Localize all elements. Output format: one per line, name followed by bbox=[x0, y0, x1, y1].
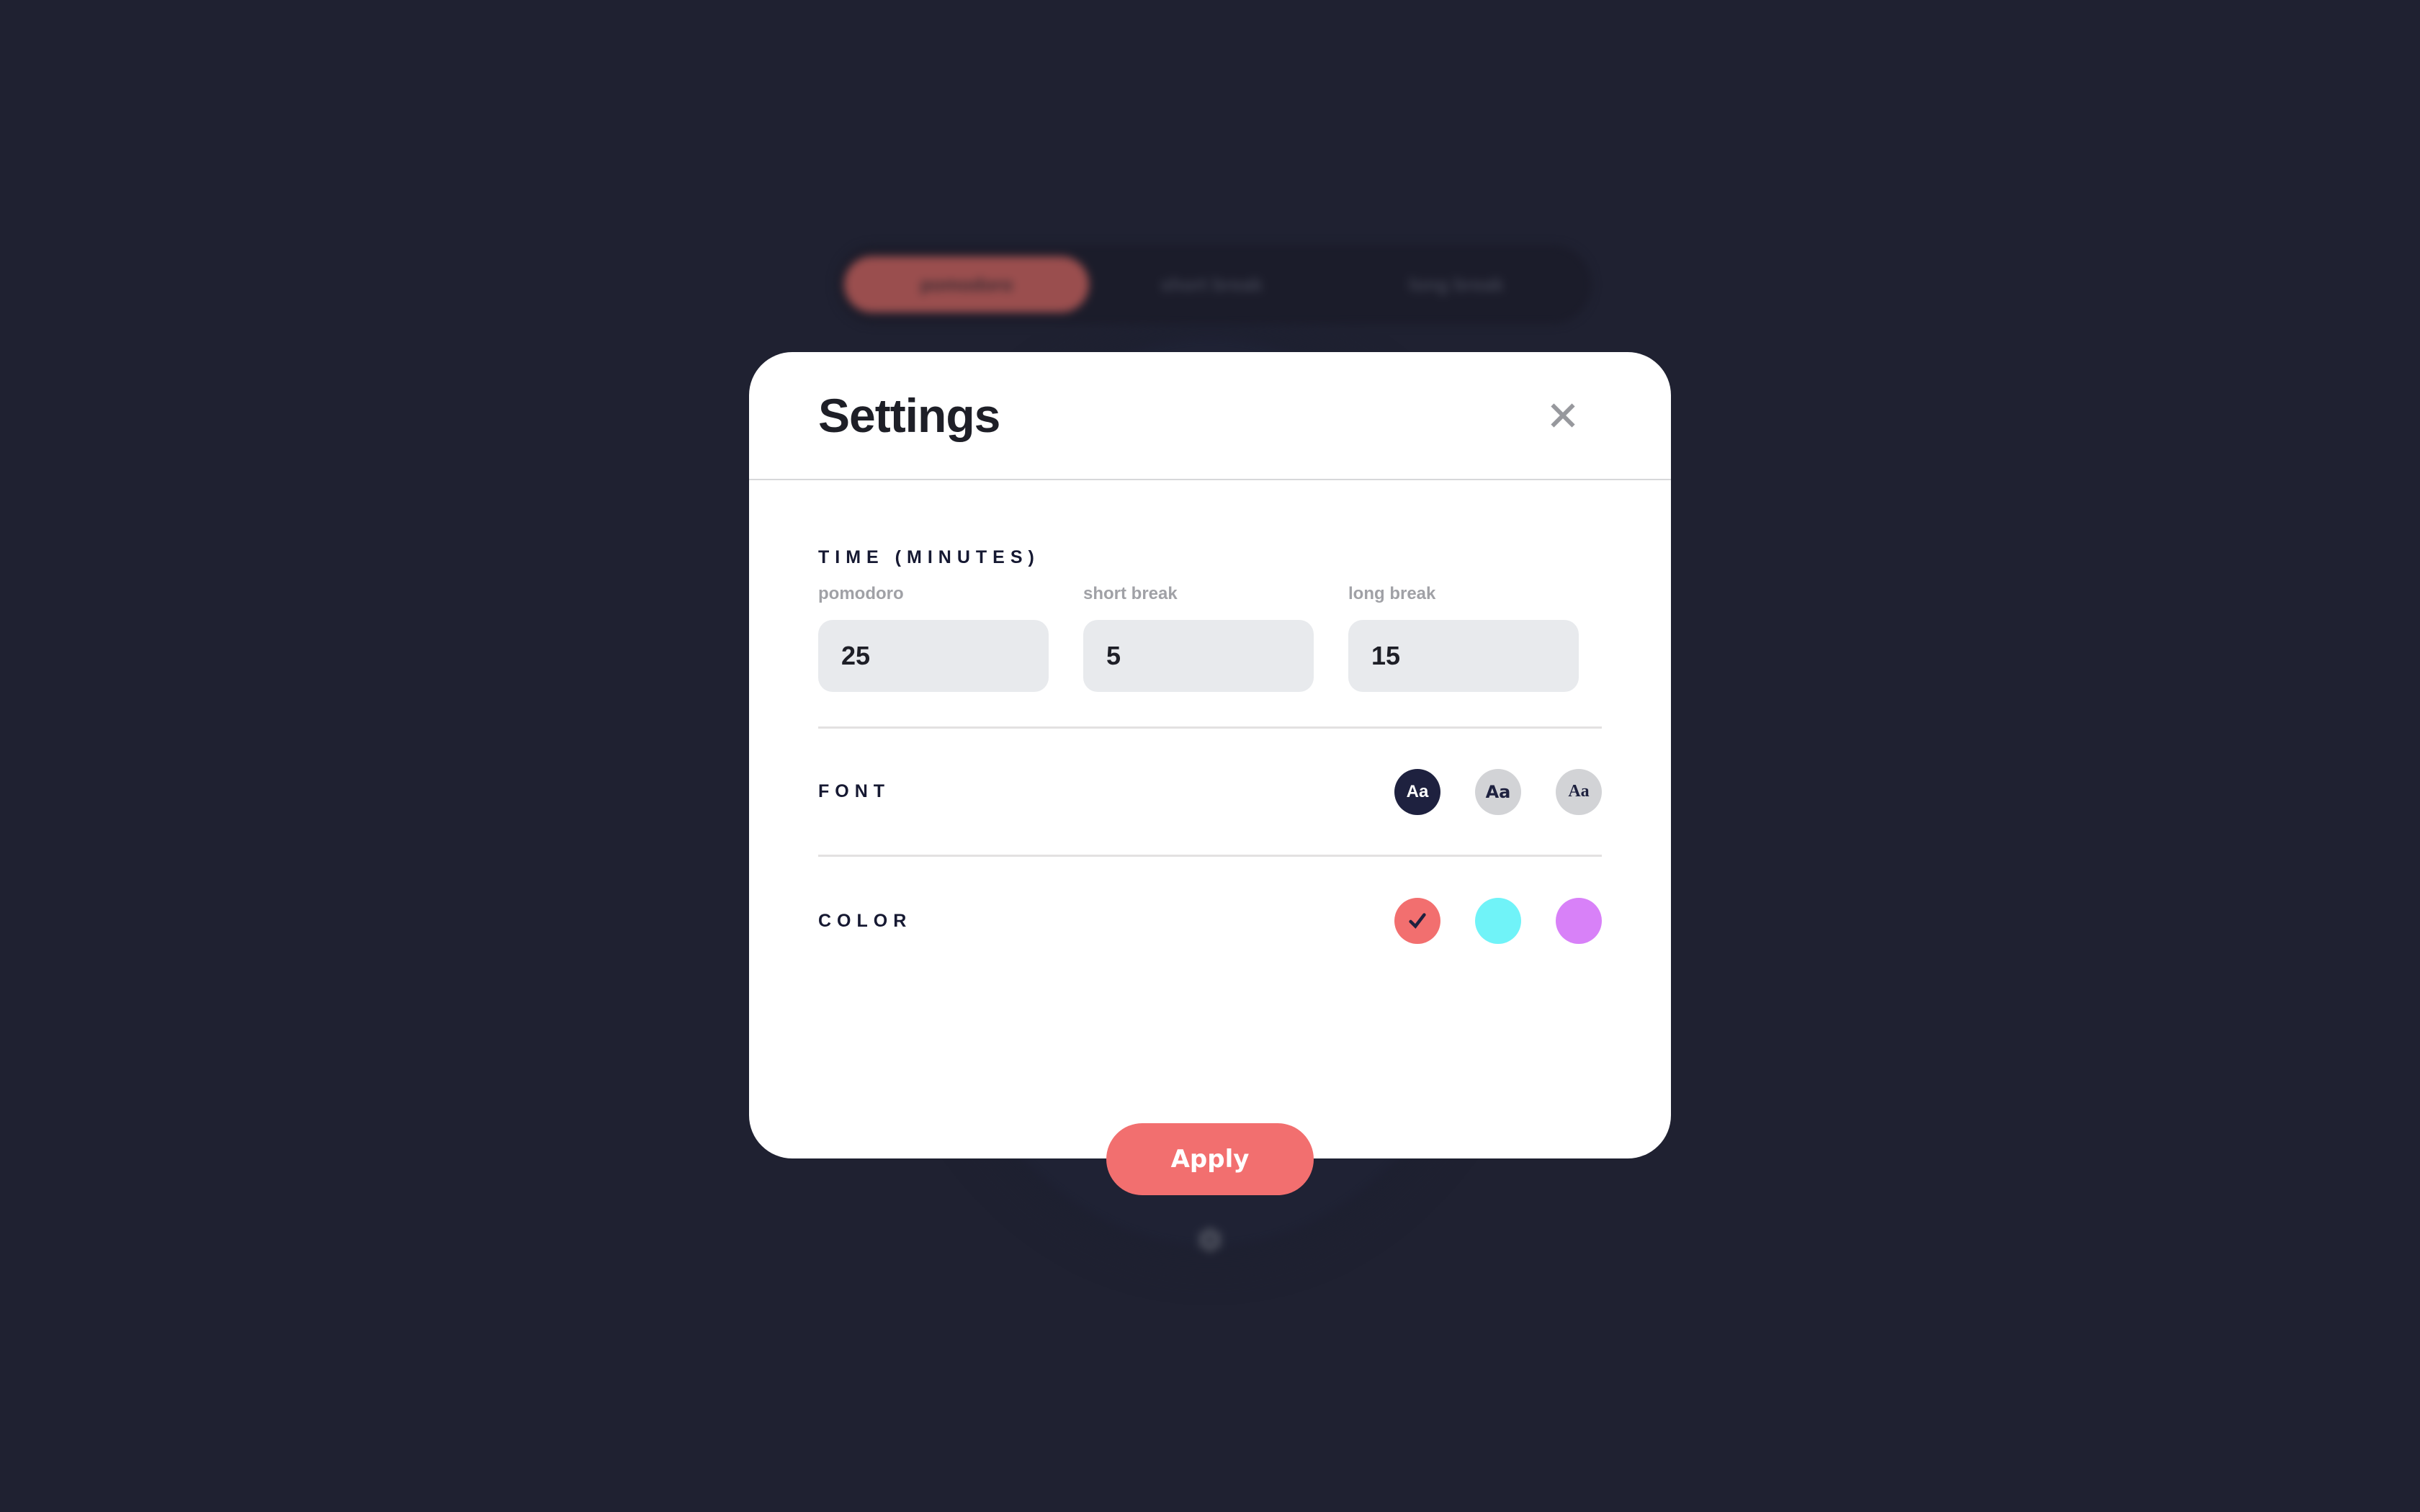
tab-short-break: short break bbox=[1160, 273, 1263, 295]
modal-title: Settings bbox=[818, 389, 1000, 442]
pomodoro-label: pomodoro bbox=[818, 584, 904, 603]
font-option-sans[interactable]: Aa bbox=[1394, 768, 1440, 815]
settings-modal: Settings TIME (MINUTES) pomodoro short b… bbox=[749, 352, 1671, 1158]
time-section: TIME (MINUTES) pomodoro short break long… bbox=[818, 480, 1602, 729]
close-icon bbox=[1551, 403, 1575, 428]
short-break-field: short break bbox=[1083, 584, 1314, 692]
tab-pomodoro: pomodoro bbox=[844, 256, 1089, 312]
short-break-label: short break bbox=[1083, 584, 1178, 603]
font-option-alt-sans[interactable]: Aa bbox=[1475, 768, 1521, 815]
mode-tabs: pomodoro short break long break bbox=[835, 245, 1592, 324]
font-option-serif[interactable]: Aa bbox=[1556, 768, 1602, 815]
tab-long-break: long break bbox=[1409, 273, 1504, 295]
color-option-purple[interactable] bbox=[1556, 898, 1602, 944]
long-break-input[interactable] bbox=[1348, 620, 1579, 692]
long-break-label: long break bbox=[1348, 584, 1436, 603]
pomodoro-input[interactable] bbox=[818, 620, 1049, 692]
long-break-field: long break bbox=[1348, 584, 1579, 692]
color-option-red[interactable] bbox=[1394, 898, 1440, 944]
color-section: COLOR bbox=[818, 857, 1602, 985]
font-options: Aa Aa Aa bbox=[1394, 768, 1602, 815]
color-option-cyan[interactable] bbox=[1475, 898, 1521, 944]
pomodoro-field: pomodoro bbox=[818, 584, 1049, 692]
gear-icon bbox=[1194, 1224, 1226, 1256]
time-fields: pomodoro short break long break bbox=[818, 584, 1602, 692]
font-section: FONT Aa Aa Aa bbox=[818, 729, 1602, 857]
close-button[interactable] bbox=[1546, 398, 1580, 433]
modal-body: TIME (MINUTES) pomodoro short break long… bbox=[749, 480, 1671, 985]
apply-button[interactable]: Apply bbox=[1106, 1123, 1314, 1195]
time-section-title: TIME (MINUTES) bbox=[818, 547, 1040, 567]
short-break-input[interactable] bbox=[1083, 620, 1314, 692]
color-options bbox=[1394, 898, 1602, 944]
modal-header: Settings bbox=[749, 352, 1671, 480]
color-section-title: COLOR bbox=[818, 910, 913, 931]
font-section-title: FONT bbox=[818, 781, 891, 801]
check-icon bbox=[1409, 913, 1426, 929]
